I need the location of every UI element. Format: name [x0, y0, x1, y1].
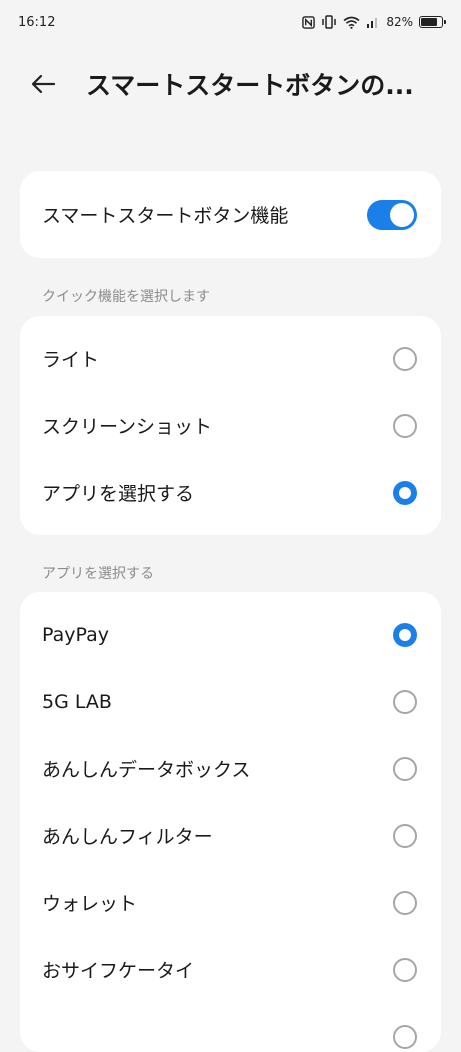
option-label: あんしんデータボックス: [42, 759, 251, 781]
quick-option-screenshot[interactable]: スクリーンショット: [20, 392, 441, 459]
quick-option-select-app[interactable]: アプリを選択する: [20, 459, 441, 526]
vibrate-icon: [322, 15, 337, 29]
status-bar: 16:12 82%: [0, 0, 461, 44]
option-label: おサイフケータイ: [42, 960, 195, 982]
option-label: スクリーンショット: [42, 416, 213, 438]
smart-start-toggle-row[interactable]: スマートスタートボタン機能: [20, 171, 441, 258]
back-button[interactable]: [30, 62, 74, 106]
radio-button[interactable]: [393, 823, 417, 848]
battery-level: [421, 18, 438, 26]
app-option-partial[interactable]: [20, 1003, 441, 1052]
nfc-icon: [302, 15, 316, 29]
option-label: ライト: [42, 349, 100, 371]
quick-options-card: ライト スクリーンショット アプリを選択する: [20, 316, 441, 535]
main-toggle-card: スマートスタートボタン機能: [20, 171, 441, 258]
battery-icon: [419, 16, 446, 28]
arrow-left-icon: [31, 74, 56, 94]
quick-option-light[interactable]: ライト: [20, 325, 441, 392]
header: スマートスタートボタンの...: [0, 56, 461, 112]
status-time: 16:12: [18, 14, 56, 30]
app-option-anshin-filter[interactable]: あんしんフィルター: [20, 802, 441, 869]
option-label: アプリを選択する: [42, 483, 195, 505]
signal-icon: [367, 18, 378, 28]
quick-section-label: クイック機能を選択します: [42, 289, 210, 305]
option-label: ウォレット: [42, 893, 138, 915]
status-icons: 82%: [302, 15, 446, 29]
battery-percent: 82%: [386, 15, 413, 29]
app-options-card: PayPay 5G LAB あんしんデータボックス あんしんフィルター ウォレッ…: [20, 592, 441, 1052]
app-option-paypay[interactable]: PayPay: [20, 601, 441, 668]
radio-button[interactable]: [393, 480, 417, 505]
radio-button[interactable]: [393, 1024, 417, 1049]
radio-button[interactable]: [393, 622, 417, 647]
radio-button[interactable]: [393, 346, 417, 371]
app-option-wallet[interactable]: ウォレット: [20, 869, 441, 936]
radio-button[interactable]: [393, 756, 417, 781]
option-label: 5G LAB: [42, 690, 112, 713]
page-title: スマートスタートボタンの...: [86, 71, 414, 100]
app-section-label: アプリを選択する: [42, 566, 154, 582]
toggle-knob: [390, 202, 414, 227]
option-label: PayPay: [42, 623, 109, 646]
app-option-anshin-data-box[interactable]: あんしんデータボックス: [20, 735, 441, 802]
app-option-osaifu-keitai[interactable]: おサイフケータイ: [20, 936, 441, 1003]
smart-start-toggle-label: スマートスタートボタン機能: [42, 205, 289, 227]
wifi-icon: [343, 16, 360, 29]
radio-button[interactable]: [393, 689, 417, 714]
smart-start-toggle[interactable]: [367, 199, 417, 230]
radio-button[interactable]: [393, 957, 417, 982]
option-label: あんしんフィルター: [42, 826, 213, 848]
radio-button[interactable]: [393, 413, 417, 438]
app-option-5g-lab[interactable]: 5G LAB: [20, 668, 441, 735]
radio-button[interactable]: [393, 890, 417, 915]
